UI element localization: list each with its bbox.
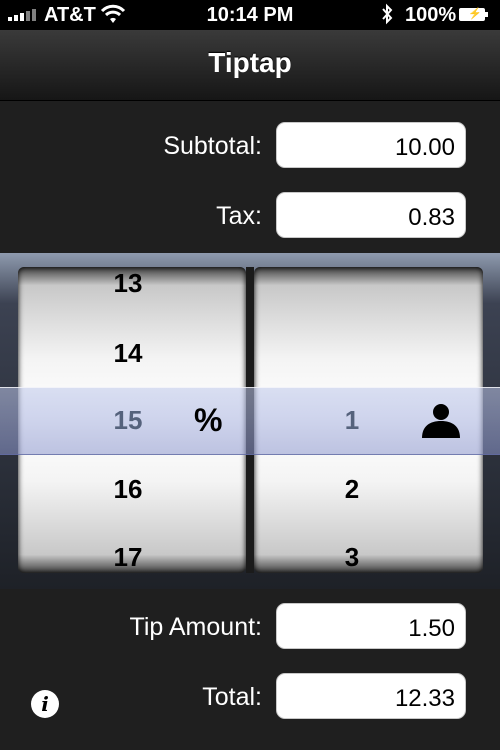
info-icon[interactable]: i <box>31 690 59 718</box>
person-icon <box>422 404 460 438</box>
percent-symbol: % <box>194 402 223 438</box>
people-option-2[interactable]: 2 <box>332 474 372 505</box>
percent-option-13[interactable]: 13 <box>108 268 148 299</box>
percent-option-17[interactable]: 17 <box>108 542 148 573</box>
tax-row: Tax: 0.83 <box>0 192 500 242</box>
status-bar: AT&T 10:14 PM 100% ⚡ <box>0 0 500 30</box>
total-field[interactable]: 12.33 <box>276 673 466 719</box>
total-row: Total: 12.33 <box>0 673 500 723</box>
app-title: Tiptap <box>208 47 292 78</box>
subtotal-row: Subtotal: 10.00 <box>0 122 500 172</box>
navigation-bar: Tiptap <box>0 30 500 101</box>
tip-amount-label: Tip Amount: <box>129 613 262 641</box>
bluetooth-icon <box>380 3 394 31</box>
subtotal-field[interactable]: 10.00 <box>276 122 466 168</box>
tip-amount-field[interactable]: 1.50 <box>276 603 466 649</box>
subtotal-label: Subtotal: <box>163 132 262 160</box>
percent-option-14[interactable]: 14 <box>108 338 148 369</box>
tax-field[interactable]: 0.83 <box>276 192 466 238</box>
people-option-3[interactable]: 3 <box>332 542 372 573</box>
tip-amount-row: Tip Amount: 1.50 <box>0 603 500 653</box>
selected-tip-percent[interactable]: 15 <box>108 405 148 436</box>
selected-people-count[interactable]: 1 <box>332 405 372 436</box>
percent-option-16[interactable]: 16 <box>108 474 148 505</box>
total-label: Total: <box>202 683 262 711</box>
tax-label: Tax: <box>216 202 262 230</box>
battery-icon: ⚡ <box>459 8 488 21</box>
battery-percentage: 100% <box>405 4 457 26</box>
